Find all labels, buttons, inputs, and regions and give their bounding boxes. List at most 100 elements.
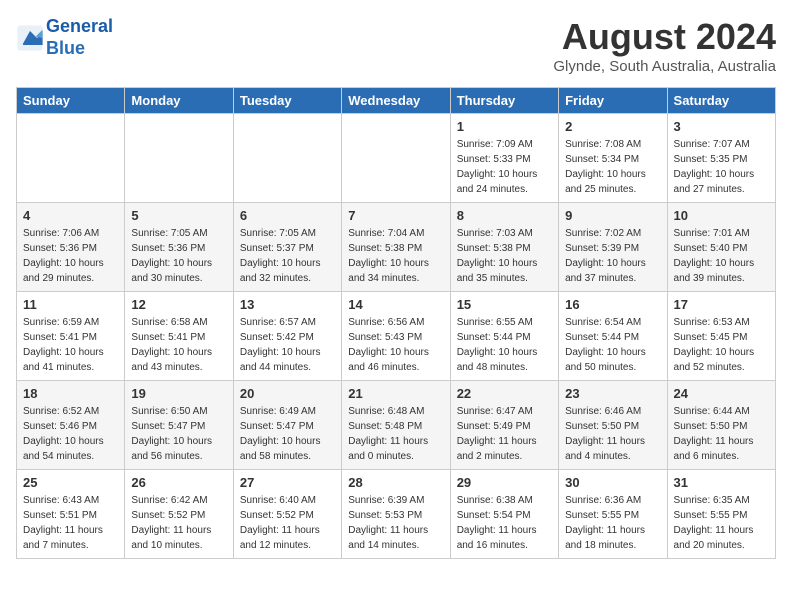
weekday-header: Friday xyxy=(559,88,667,114)
day-number: 27 xyxy=(240,475,335,490)
day-info: Sunrise: 6:40 AM Sunset: 5:52 PM Dayligh… xyxy=(240,493,335,553)
day-number: 5 xyxy=(131,208,226,223)
day-info: Sunrise: 6:43 AM Sunset: 5:51 PM Dayligh… xyxy=(23,493,118,553)
calendar-cell: 19 Sunrise: 6:50 AM Sunset: 5:47 PM Dayli… xyxy=(125,381,233,470)
title-area: August 2024 Glynde, South Australia, Aus… xyxy=(553,16,776,75)
logo-general: General xyxy=(46,16,113,36)
day-info: Sunrise: 6:38 AM Sunset: 5:54 PM Dayligh… xyxy=(457,493,552,553)
calendar-table: SundayMondayTuesdayWednesdayThursdayFrid… xyxy=(16,87,776,559)
calendar-cell xyxy=(125,114,233,203)
day-number: 3 xyxy=(674,119,769,134)
day-number: 29 xyxy=(457,475,552,490)
calendar-cell: 22 Sunrise: 6:47 AM Sunset: 5:49 PM Dayli… xyxy=(450,381,558,470)
calendar-cell: 2 Sunrise: 7:08 AM Sunset: 5:34 PM Daylig… xyxy=(559,114,667,203)
day-info: Sunrise: 6:35 AM Sunset: 5:55 PM Dayligh… xyxy=(674,493,769,553)
calendar-cell: 26 Sunrise: 6:42 AM Sunset: 5:52 PM Dayli… xyxy=(125,470,233,559)
day-info: Sunrise: 6:44 AM Sunset: 5:50 PM Dayligh… xyxy=(674,404,769,464)
day-number: 6 xyxy=(240,208,335,223)
day-number: 17 xyxy=(674,297,769,312)
day-number: 28 xyxy=(348,475,443,490)
calendar-cell: 20 Sunrise: 6:49 AM Sunset: 5:47 PM Dayli… xyxy=(233,381,341,470)
day-info: Sunrise: 7:05 AM Sunset: 5:37 PM Dayligh… xyxy=(240,226,335,286)
calendar-cell: 14Sunrise: 6:56 AM Sunset: 5:43 PM Dayli… xyxy=(342,292,450,381)
day-number: 14 xyxy=(348,297,443,312)
logo-icon xyxy=(16,24,44,52)
day-number: 2 xyxy=(565,119,660,134)
calendar-cell: 25 Sunrise: 6:43 AM Sunset: 5:51 PM Dayli… xyxy=(17,470,125,559)
logo-blue: Blue xyxy=(46,38,85,58)
calendar-cell: 24 Sunrise: 6:44 AM Sunset: 5:50 PM Dayli… xyxy=(667,381,775,470)
day-info: Sunrise: 7:07 AM Sunset: 5:35 PM Dayligh… xyxy=(674,137,769,197)
day-info: Sunrise: 6:48 AM Sunset: 5:48 PM Dayligh… xyxy=(348,404,443,464)
day-info: Sunrise: 6:36 AM Sunset: 5:55 PM Dayligh… xyxy=(565,493,660,553)
day-info: Sunrise: 7:03 AM Sunset: 5:38 PM Dayligh… xyxy=(457,226,552,286)
day-info: Sunrise: 6:54 AM Sunset: 5:44 PM Dayligh… xyxy=(565,315,660,375)
day-info: Sunrise: 6:50 AM Sunset: 5:47 PM Dayligh… xyxy=(131,404,226,464)
day-number: 22 xyxy=(457,386,552,401)
day-info: Sunrise: 6:47 AM Sunset: 5:49 PM Dayligh… xyxy=(457,404,552,464)
day-number: 19 xyxy=(131,386,226,401)
calendar-cell: 17 Sunrise: 6:53 AM Sunset: 5:45 PM Dayli… xyxy=(667,292,775,381)
location: Glynde, South Australia, Australia xyxy=(553,58,776,75)
month-title: August 2024 xyxy=(553,16,776,58)
day-info: Sunrise: 6:52 AM Sunset: 5:46 PM Dayligh… xyxy=(23,404,118,464)
weekday-header-row: SundayMondayTuesdayWednesdayThursdayFrid… xyxy=(17,88,776,114)
calendar-cell: 21 Sunrise: 6:48 AM Sunset: 5:48 PM Dayli… xyxy=(342,381,450,470)
day-info: Sunrise: 6:53 AM Sunset: 5:45 PM Dayligh… xyxy=(674,315,769,375)
day-number: 25 xyxy=(23,475,118,490)
day-number: 23 xyxy=(565,386,660,401)
calendar-cell: 16 Sunrise: 6:54 AM Sunset: 5:44 PM Dayli… xyxy=(559,292,667,381)
calendar-cell: 4Sunrise: 7:06 AM Sunset: 5:36 PM Daylig… xyxy=(17,203,125,292)
calendar-cell: 10Sunrise: 7:01 AM Sunset: 5:40 PM Dayli… xyxy=(667,203,775,292)
weekday-header: Tuesday xyxy=(233,88,341,114)
calendar-cell: 29 Sunrise: 6:38 AM Sunset: 5:54 PM Dayli… xyxy=(450,470,558,559)
calendar-cell: 11Sunrise: 6:59 AM Sunset: 5:41 PM Dayli… xyxy=(17,292,125,381)
day-number: 21 xyxy=(348,386,443,401)
day-info: Sunrise: 7:05 AM Sunset: 5:36 PM Dayligh… xyxy=(131,226,226,286)
day-number: 20 xyxy=(240,386,335,401)
calendar-cell xyxy=(17,114,125,203)
calendar-cell: 23 Sunrise: 6:46 AM Sunset: 5:50 PM Dayli… xyxy=(559,381,667,470)
calendar-cell: 8 Sunrise: 7:03 AM Sunset: 5:38 PM Daylig… xyxy=(450,203,558,292)
calendar-cell xyxy=(342,114,450,203)
calendar-week-row: 18 Sunrise: 6:52 AM Sunset: 5:46 PM Dayli… xyxy=(17,381,776,470)
calendar-cell: 30 Sunrise: 6:36 AM Sunset: 5:55 PM Dayli… xyxy=(559,470,667,559)
calendar-week-row: 11Sunrise: 6:59 AM Sunset: 5:41 PM Dayli… xyxy=(17,292,776,381)
day-info: Sunrise: 7:02 AM Sunset: 5:39 PM Dayligh… xyxy=(565,226,660,286)
day-number: 13 xyxy=(240,297,335,312)
weekday-header: Monday xyxy=(125,88,233,114)
day-number: 16 xyxy=(565,297,660,312)
calendar-cell: 15Sunrise: 6:55 AM Sunset: 5:44 PM Dayli… xyxy=(450,292,558,381)
day-info: Sunrise: 7:09 AM Sunset: 5:33 PM Dayligh… xyxy=(457,137,552,197)
day-number: 7 xyxy=(348,208,443,223)
day-number: 30 xyxy=(565,475,660,490)
day-number: 26 xyxy=(131,475,226,490)
day-number: 8 xyxy=(457,208,552,223)
calendar-cell: 9 Sunrise: 7:02 AM Sunset: 5:39 PM Daylig… xyxy=(559,203,667,292)
day-info: Sunrise: 6:42 AM Sunset: 5:52 PM Dayligh… xyxy=(131,493,226,553)
calendar-cell: 5 Sunrise: 7:05 AM Sunset: 5:36 PM Daylig… xyxy=(125,203,233,292)
day-number: 18 xyxy=(23,386,118,401)
calendar-cell: 27 Sunrise: 6:40 AM Sunset: 5:52 PM Dayli… xyxy=(233,470,341,559)
calendar-week-row: 4Sunrise: 7:06 AM Sunset: 5:36 PM Daylig… xyxy=(17,203,776,292)
calendar-cell xyxy=(233,114,341,203)
calendar-cell: 18 Sunrise: 6:52 AM Sunset: 5:46 PM Dayli… xyxy=(17,381,125,470)
day-number: 31 xyxy=(674,475,769,490)
day-info: Sunrise: 6:46 AM Sunset: 5:50 PM Dayligh… xyxy=(565,404,660,464)
weekday-header: Saturday xyxy=(667,88,775,114)
calendar-cell: 1Sunrise: 7:09 AM Sunset: 5:33 PM Daylig… xyxy=(450,114,558,203)
calendar-cell: 31 Sunrise: 6:35 AM Sunset: 5:55 PM Dayli… xyxy=(667,470,775,559)
day-info: Sunrise: 6:39 AM Sunset: 5:53 PM Dayligh… xyxy=(348,493,443,553)
day-number: 12 xyxy=(131,297,226,312)
day-info: Sunrise: 7:01 AM Sunset: 5:40 PM Dayligh… xyxy=(674,226,769,286)
day-number: 9 xyxy=(565,208,660,223)
day-info: Sunrise: 6:49 AM Sunset: 5:47 PM Dayligh… xyxy=(240,404,335,464)
day-info: Sunrise: 6:59 AM Sunset: 5:41 PM Dayligh… xyxy=(23,315,118,375)
calendar-cell: 28 Sunrise: 6:39 AM Sunset: 5:53 PM Dayli… xyxy=(342,470,450,559)
day-info: Sunrise: 7:08 AM Sunset: 5:34 PM Dayligh… xyxy=(565,137,660,197)
day-info: Sunrise: 7:06 AM Sunset: 5:36 PM Dayligh… xyxy=(23,226,118,286)
day-number: 24 xyxy=(674,386,769,401)
day-info: Sunrise: 6:57 AM Sunset: 5:42 PM Dayligh… xyxy=(240,315,335,375)
calendar-cell: 6 Sunrise: 7:05 AM Sunset: 5:37 PM Daylig… xyxy=(233,203,341,292)
weekday-header: Sunday xyxy=(17,88,125,114)
